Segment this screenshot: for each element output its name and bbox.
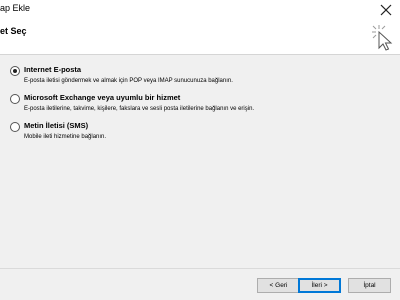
option-description: E-posta iletisi göndermek ve almak için … [24, 78, 233, 84]
add-account-dialog: ap Ekle et Seç Internet E-posta E-posta … [0, 0, 400, 300]
option-label: Metin İletisi (SMS) [24, 121, 89, 130]
option-description: Mobile ileti hizmetine bağlanın. [24, 134, 107, 140]
service-options: Internet E-posta E-posta iletisi gönderm… [0, 55, 400, 257]
wizard-header: et Seç [0, 20, 400, 55]
wizard-cursor-icon [368, 22, 398, 52]
option-label: Microsoft Exchange veya uyumlu bir hizme… [24, 93, 181, 102]
cancel-button[interactable]: İptal [348, 278, 391, 293]
option-label: Internet E-posta [24, 65, 82, 74]
title-bar: ap Ekle [0, 0, 400, 20]
page-title: et Seç [0, 26, 27, 36]
next-button[interactable]: İleri > [298, 278, 341, 293]
internet-email-radio[interactable] [10, 66, 20, 76]
window-title: ap Ekle [0, 3, 31, 13]
sms-radio[interactable] [10, 122, 20, 132]
back-button[interactable]: < Geri [257, 278, 300, 293]
footer-divider [0, 268, 400, 269]
exchange-radio[interactable] [10, 94, 20, 104]
close-icon[interactable] [378, 2, 394, 18]
option-description: E-posta iletilerine, takvime, kişilere, … [24, 106, 255, 112]
